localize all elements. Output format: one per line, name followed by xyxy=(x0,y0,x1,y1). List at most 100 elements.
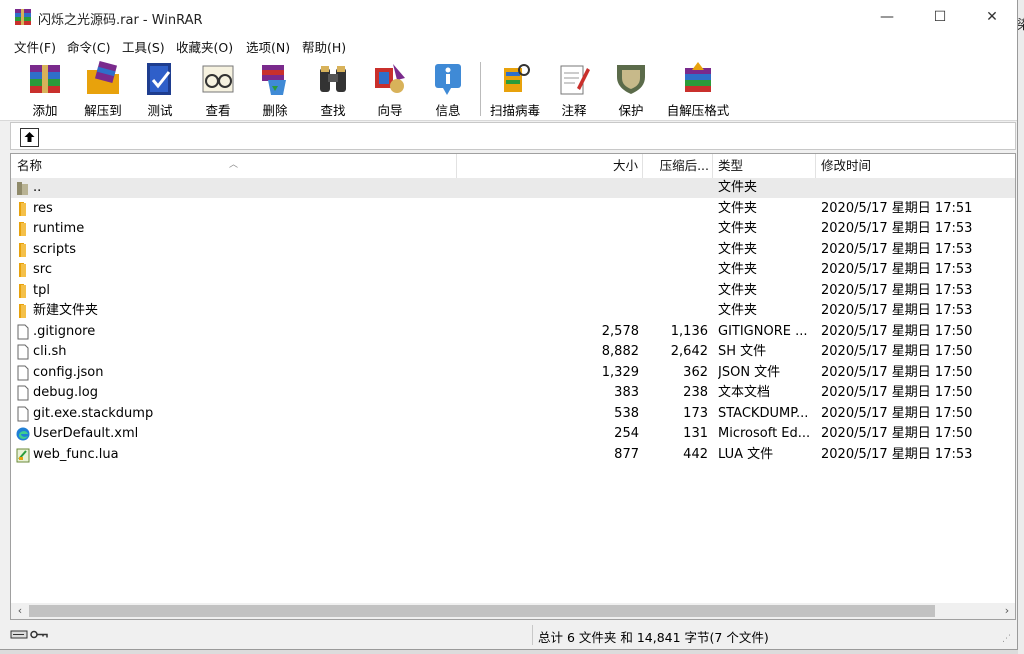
info-button[interactable]: 信息 xyxy=(420,58,476,118)
close-button[interactable]: ✕ xyxy=(969,0,1015,34)
file-size: 383 xyxy=(614,385,639,400)
file-packed xyxy=(641,199,708,219)
table-row[interactable]: .gitignore 2,578 1,136 GITIGNORE ... 202… xyxy=(11,322,1015,342)
winrar-window: 闪烁之光源码.rar - WinRAR — ☐ ✕ 文件(F) 命令(C) 工具… xyxy=(0,0,1018,650)
scroll-left-arrow-icon[interactable]: ‹ xyxy=(12,603,28,619)
file-modified: 2020/5/17 星期日 17:50 xyxy=(821,365,973,380)
file-type: Microsoft Ed... xyxy=(718,426,811,441)
table-row[interactable]: scripts 文件夹 2020/5/17 星期日 17:53 xyxy=(11,240,1015,260)
file-packed: 173 xyxy=(683,406,708,421)
file-modified: 2020/5/17 星期日 17:51 xyxy=(821,201,973,216)
file-type: 文件夹 xyxy=(718,201,758,216)
sfx-label: 自解压格式 xyxy=(666,103,730,118)
menu-tools[interactable]: 工具(S) xyxy=(122,37,165,56)
sfx-button[interactable]: 自解压格式 xyxy=(667,58,729,118)
table-row[interactable]: 新建文件夹 文件夹 2020/5/17 星期日 17:53 xyxy=(11,301,1015,321)
file-name: web_func.lua xyxy=(33,447,119,462)
file-type: 文本文档 xyxy=(718,385,771,400)
file-type: 文件夹 xyxy=(718,303,758,318)
file-modified: 2020/5/17 星期日 17:53 xyxy=(821,221,973,236)
file-icon xyxy=(17,324,29,340)
file-size: 877 xyxy=(614,447,639,462)
find-binoculars-icon xyxy=(320,66,346,92)
address-bar xyxy=(10,122,1016,150)
table-row[interactable]: config.json 1,329 362 JSON 文件 2020/5/17 … xyxy=(11,363,1015,383)
file-name: UserDefault.xml xyxy=(33,426,139,441)
file-size xyxy=(471,199,639,219)
column-size-label: 大小 xyxy=(612,158,638,173)
toolbar: 添加 解压到 测试 查看 删除 查找 向导 信息 扫描病毒 注释 保护 自解压格… xyxy=(0,56,1017,121)
file-type: 文件夹 xyxy=(718,221,758,236)
table-row[interactable]: web_func.lua 877 442 LUA 文件 2020/5/17 星期… xyxy=(11,445,1015,465)
menu-favorites[interactable]: 收藏夹(O) xyxy=(176,37,233,56)
file-icon xyxy=(17,406,29,422)
file-size: 254 xyxy=(614,426,639,441)
horizontal-scrollbar[interactable]: ‹ › xyxy=(11,603,1015,619)
table-row[interactable]: git.exe.stackdump 538 173 STACKDUMP... 2… xyxy=(11,404,1015,424)
extract-to-icon xyxy=(87,60,119,94)
title-bar: 闪烁之光源码.rar - WinRAR — ☐ ✕ xyxy=(0,0,1017,34)
file-size xyxy=(471,178,639,198)
comment-icon xyxy=(560,65,590,95)
test-archive-icon xyxy=(147,63,171,95)
file-modified: 2020/5/17 星期日 17:53 xyxy=(821,447,973,462)
table-row[interactable]: tpl 文件夹 2020/5/17 星期日 17:53 xyxy=(11,281,1015,301)
status-summary: 总计 6 文件夹 和 14,841 字节(7 个文件) xyxy=(538,630,769,645)
scroll-right-arrow-icon[interactable]: › xyxy=(999,603,1015,619)
protect-button[interactable]: 保护 xyxy=(603,58,659,118)
column-size[interactable]: 大小 xyxy=(457,154,643,178)
info-icon xyxy=(435,64,461,95)
file-packed xyxy=(641,281,708,301)
folder-icon xyxy=(19,263,26,277)
column-name[interactable]: 名称 ︿ xyxy=(11,154,457,178)
drive-key-icon xyxy=(10,630,48,639)
file-size xyxy=(471,301,639,321)
folder-icon xyxy=(19,222,26,236)
column-packed[interactable]: 压缩后... xyxy=(643,154,713,178)
file-modified: 2020/5/17 星期日 17:50 xyxy=(821,344,973,359)
file-list: 名称 ︿ 大小 压缩后... 类型 修改时间 .. 文件夹 res 文件夹 20… xyxy=(10,153,1016,620)
file-modified: 2020/5/17 星期日 17:50 xyxy=(821,426,973,441)
info-label: 信息 xyxy=(435,103,461,118)
column-type[interactable]: 类型 xyxy=(713,154,816,178)
protect-label: 保护 xyxy=(618,103,644,118)
file-name: scripts xyxy=(33,242,76,257)
table-row[interactable]: src 文件夹 2020/5/17 星期日 17:53 xyxy=(11,260,1015,280)
file-type: 文件夹 xyxy=(718,180,758,195)
scan-virus-button[interactable]: 扫描病毒 xyxy=(487,58,543,118)
scrollbar-thumb[interactable] xyxy=(29,605,935,617)
file-modified: 2020/5/17 星期日 17:50 xyxy=(821,406,973,421)
up-folder-button[interactable] xyxy=(20,128,39,147)
menu-help[interactable]: 帮助(H) xyxy=(302,37,346,56)
file-name: .. xyxy=(33,180,42,195)
table-row[interactable]: UserDefault.xml 254 131 Microsoft Ed... … xyxy=(11,424,1015,444)
menu-file[interactable]: 文件(F) xyxy=(14,37,56,56)
table-row[interactable]: debug.log 383 238 文本文档 2020/5/17 星期日 17:… xyxy=(11,383,1015,403)
table-row[interactable]: res 文件夹 2020/5/17 星期日 17:51 xyxy=(11,199,1015,219)
wizard-icon xyxy=(375,64,405,93)
resize-grip-icon[interactable]: ⋰ xyxy=(1002,634,1011,644)
column-type-label: 类型 xyxy=(718,158,744,173)
file-size: 538 xyxy=(614,406,639,421)
file-packed: 238 xyxy=(683,385,708,400)
status-bar: 总计 6 文件夹 和 14,841 字节(7 个文件) ⋰ xyxy=(0,622,1017,648)
table-row[interactable]: .. 文件夹 xyxy=(11,178,1015,198)
file-size xyxy=(471,240,639,260)
winrar-app-icon xyxy=(15,9,31,25)
menu-options[interactable]: 选项(N) xyxy=(246,37,290,56)
column-modified[interactable]: 修改时间 xyxy=(816,154,1015,178)
file-modified: 2020/5/17 星期日 17:53 xyxy=(821,303,973,318)
up-arrow-icon xyxy=(24,132,35,142)
sfx-icon xyxy=(685,62,711,92)
file-name: runtime xyxy=(33,221,85,236)
folder-icon xyxy=(19,304,26,318)
file-icon xyxy=(17,385,29,401)
table-row[interactable]: cli.sh 8,882 2,642 SH 文件 2020/5/17 星期日 1… xyxy=(11,342,1015,362)
maximize-button[interactable]: ☐ xyxy=(917,0,963,34)
file-type: GITIGNORE ... xyxy=(718,324,808,339)
menu-commands[interactable]: 命令(C) xyxy=(67,37,110,56)
table-row[interactable]: runtime 文件夹 2020/5/17 星期日 17:53 xyxy=(11,219,1015,239)
file-packed: 131 xyxy=(683,426,708,441)
file-name: 新建文件夹 xyxy=(33,303,99,318)
minimize-button[interactable]: — xyxy=(864,0,910,34)
